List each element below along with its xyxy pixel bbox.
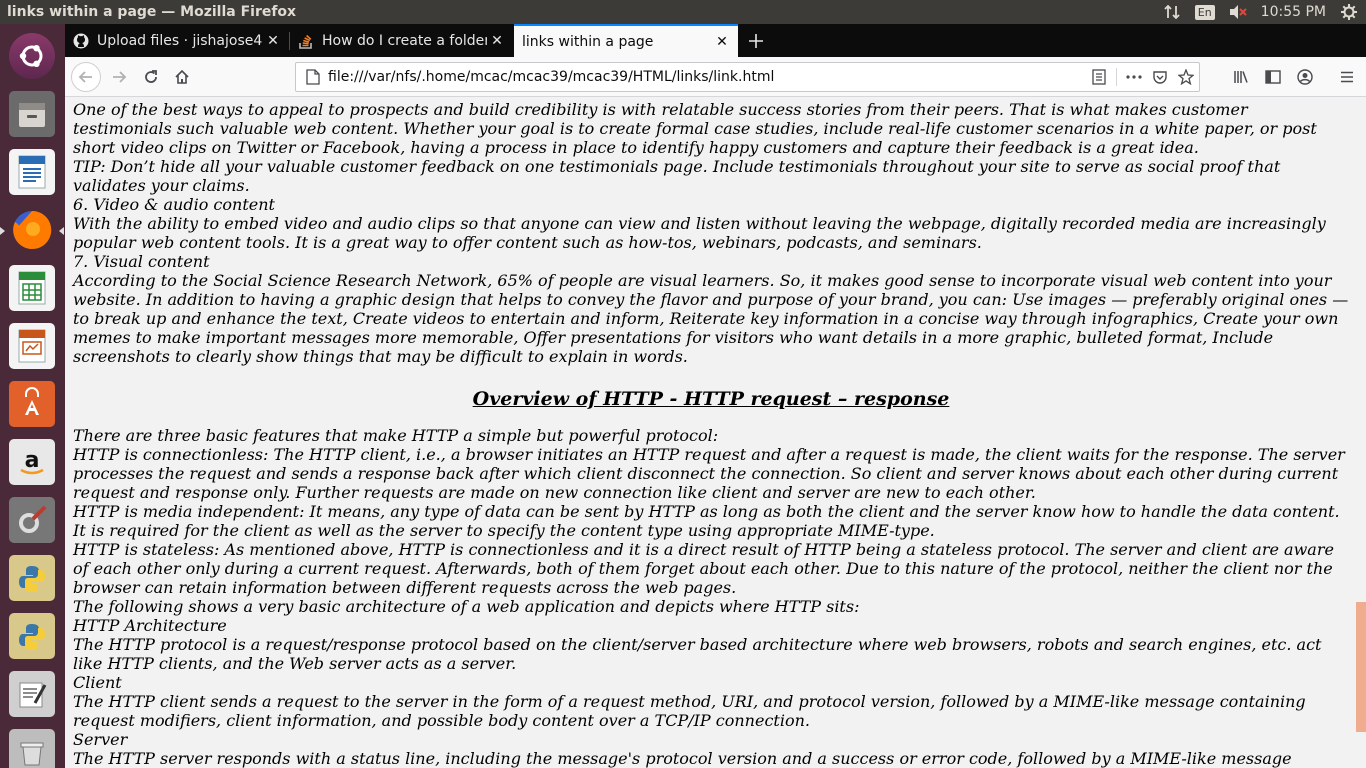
url-bar[interactable]: file:///var/nfs/.home/mcac/mcac39/mcac39… bbox=[295, 62, 1200, 92]
back-arrow-icon bbox=[78, 71, 92, 83]
python-icon-2[interactable] bbox=[6, 610, 58, 662]
page-info-icon[interactable] bbox=[302, 69, 324, 85]
url-text[interactable]: file:///var/nfs/.home/mcac/mcac39/mcac39… bbox=[324, 69, 1086, 85]
svg-text:a: a bbox=[25, 448, 40, 473]
window-title: links within a page — Mozilla Firefox bbox=[7, 4, 297, 20]
navigation-toolbar: file:///var/nfs/.home/mcac/mcac39/mcac39… bbox=[65, 57, 1366, 97]
tab-label: links within a page bbox=[522, 33, 654, 50]
clock[interactable]: 10:55 PM bbox=[1261, 4, 1326, 20]
panel-indicators: En 10:55 PM bbox=[1163, 0, 1358, 24]
writer-icon[interactable] bbox=[6, 146, 58, 198]
paragraph-stateless: HTTP is stateless: As mentioned above, H… bbox=[73, 540, 1334, 597]
tab-links-within-page[interactable]: links within a page ✕ bbox=[514, 24, 738, 57]
library-icon bbox=[1234, 71, 1248, 83]
text-editor-icon[interactable] bbox=[6, 668, 58, 720]
trash-icon[interactable] bbox=[6, 726, 58, 768]
tab-label: How do I create a folder bbox=[322, 32, 487, 49]
paragraph-server: The HTTP server responds with a status l… bbox=[73, 749, 1292, 768]
menu-button[interactable] bbox=[1333, 63, 1361, 91]
section-title-client: Client bbox=[73, 673, 122, 692]
tab-label: Upload files · jishajose49 bbox=[97, 32, 263, 49]
paragraph-testimonials: One of the best ways to appeal to prospe… bbox=[73, 100, 1317, 157]
python-icon[interactable] bbox=[6, 552, 58, 604]
paragraph-architecture: The HTTP protocol is a request/response … bbox=[73, 635, 1322, 673]
bookmark-star-icon[interactable] bbox=[1173, 64, 1199, 90]
amazon-icon[interactable]: a bbox=[6, 436, 58, 488]
stackoverflow-icon bbox=[298, 33, 314, 49]
close-tab-icon[interactable]: ✕ bbox=[487, 33, 507, 49]
tab-create-folder[interactable]: How do I create a folder ✕ bbox=[290, 24, 513, 57]
paragraph-visual: According to the Social Science Research… bbox=[73, 271, 1349, 366]
system-settings-icon[interactable] bbox=[6, 494, 58, 546]
files-icon[interactable] bbox=[6, 88, 58, 140]
section-title-server: Server bbox=[73, 730, 128, 749]
system-gear-icon[interactable] bbox=[1340, 3, 1358, 21]
ubuntu-dash-icon[interactable] bbox=[6, 30, 58, 82]
top-panel: links within a page — Mozilla Firefox En… bbox=[0, 0, 1366, 24]
reload-icon bbox=[145, 70, 157, 83]
section-title-video-audio: 6. Video & audio content bbox=[73, 195, 275, 214]
close-tab-icon[interactable]: ✕ bbox=[263, 33, 283, 49]
page-viewport[interactable]: One of the best ways to appeal to prospe… bbox=[65, 97, 1366, 768]
impress-icon[interactable] bbox=[6, 320, 58, 372]
reload-button[interactable] bbox=[137, 63, 165, 91]
section-title-visual: 7. Visual content bbox=[73, 252, 210, 271]
home-icon bbox=[175, 69, 189, 84]
github-icon bbox=[73, 33, 89, 49]
unity-launcher: a bbox=[0, 24, 65, 768]
running-indicator bbox=[0, 227, 5, 235]
account-button[interactable] bbox=[1291, 63, 1319, 91]
pocket-icon[interactable] bbox=[1147, 64, 1173, 90]
software-center-icon[interactable] bbox=[6, 378, 58, 430]
section-title-architecture: HTTP Architecture bbox=[73, 616, 227, 635]
forward-arrow-icon bbox=[113, 71, 127, 83]
home-button[interactable] bbox=[168, 63, 196, 91]
keyboard-layout-indicator[interactable]: En bbox=[1194, 4, 1215, 20]
sidebar-icon bbox=[1265, 70, 1281, 84]
paragraph-media-independent: HTTP is media independent: It means, any… bbox=[73, 502, 1340, 540]
scrollbar-thumb[interactable] bbox=[1356, 602, 1366, 732]
firefox-window: Upload files · jishajose49 ✕ How do I cr… bbox=[65, 24, 1366, 768]
reader-view-icon[interactable] bbox=[1086, 64, 1112, 90]
paragraph-http-features: There are three basic features that make… bbox=[73, 426, 719, 445]
account-icon bbox=[1297, 69, 1313, 85]
paragraph-architecture-intro: The following shows a very basic archite… bbox=[73, 597, 860, 616]
tab-upload-files[interactable]: Upload files · jishajose49 ✕ bbox=[65, 24, 289, 57]
sidebar-button[interactable] bbox=[1259, 63, 1287, 91]
paragraph-connectionless: HTTP is connectionless: The HTTP client,… bbox=[73, 445, 1345, 502]
paragraph-tip: TIP: Don’t hide all your valuable custom… bbox=[73, 157, 1281, 195]
volume-muted-icon[interactable] bbox=[1229, 3, 1247, 21]
heading-http-overview: Overview of HTTP - HTTP request – respon… bbox=[472, 388, 950, 410]
tab-strip: Upload files · jishajose49 ✕ How do I cr… bbox=[65, 24, 1366, 57]
active-indicator bbox=[59, 227, 64, 235]
hamburger-menu-icon bbox=[1341, 71, 1353, 83]
close-tab-icon[interactable]: ✕ bbox=[712, 34, 732, 50]
page-body: One of the best ways to appeal to prospe… bbox=[73, 100, 1349, 768]
page-actions-icon[interactable] bbox=[1121, 64, 1147, 90]
paragraph-video-audio: With the ability to embed video and audi… bbox=[73, 214, 1326, 252]
network-updown-icon[interactable] bbox=[1163, 3, 1181, 21]
paragraph-client: The HTTP client sends a request to the s… bbox=[73, 692, 1306, 730]
plus-icon bbox=[749, 33, 763, 48]
firefox-icon[interactable] bbox=[0, 204, 64, 256]
url-bar-separator bbox=[1116, 68, 1117, 86]
forward-button[interactable] bbox=[105, 63, 133, 91]
calc-icon[interactable] bbox=[6, 262, 58, 314]
new-tab-button[interactable] bbox=[745, 24, 767, 57]
library-button[interactable] bbox=[1227, 63, 1255, 91]
back-button[interactable] bbox=[71, 62, 101, 92]
